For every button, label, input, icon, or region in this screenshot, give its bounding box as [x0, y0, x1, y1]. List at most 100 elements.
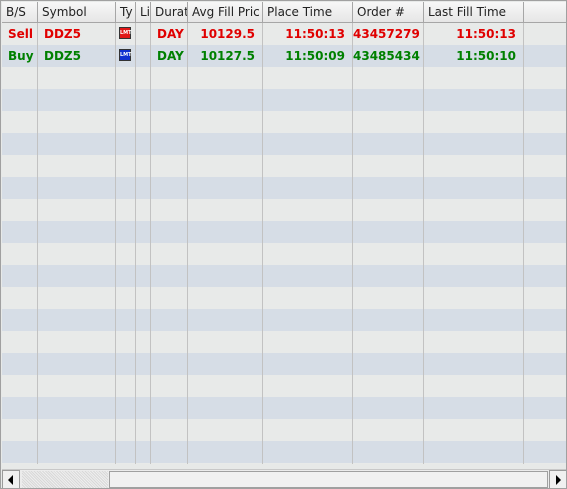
empty-row[interactable] [2, 67, 566, 89]
cell-symbol: DDZ5 [38, 23, 116, 45]
empty-cell [188, 67, 263, 89]
empty-cell [136, 463, 151, 464]
empty-row[interactable] [2, 419, 566, 441]
empty-cell [151, 111, 188, 133]
empty-cell [188, 221, 263, 243]
cell-li [136, 45, 151, 67]
column-header-order-no[interactable]: Order # [353, 2, 424, 22]
empty-cell [188, 331, 263, 353]
empty-cell [353, 375, 424, 397]
empty-cell [2, 309, 38, 331]
scroll-right-button[interactable] [549, 470, 566, 488]
empty-cell [353, 353, 424, 375]
column-header-symbol[interactable]: Symbol [38, 2, 116, 22]
empty-cell [151, 353, 188, 375]
empty-cell [424, 287, 524, 309]
empty-cell [353, 243, 424, 265]
empty-cell [116, 111, 136, 133]
empty-cell [524, 155, 566, 177]
scroll-thumb[interactable] [109, 471, 548, 488]
empty-row[interactable] [2, 287, 566, 309]
empty-cell [38, 375, 116, 397]
empty-cell [188, 265, 263, 287]
column-header-bs[interactable]: B/S [2, 2, 38, 22]
empty-cell [424, 419, 524, 441]
empty-row[interactable] [2, 265, 566, 287]
empty-cell [263, 353, 353, 375]
column-header-li[interactable]: Li [136, 2, 151, 22]
empty-row[interactable] [2, 221, 566, 243]
empty-cell [524, 177, 566, 199]
horizontal-scrollbar[interactable] [2, 469, 566, 488]
scroll-left-button[interactable] [2, 470, 20, 488]
cell-duration: DAY [151, 45, 188, 67]
empty-cell [524, 463, 566, 464]
empty-cell [151, 287, 188, 309]
empty-cell [263, 177, 353, 199]
empty-cell [524, 309, 566, 331]
empty-row[interactable] [2, 463, 566, 464]
column-header-type[interactable]: Ty [116, 2, 136, 22]
empty-cell [424, 463, 524, 464]
empty-row[interactable] [2, 89, 566, 111]
empty-cell [424, 331, 524, 353]
order-row[interactable]: Sell DDZ5 LMT DAY 10129.5 11:50:13 43457279 11:… [2, 23, 566, 45]
empty-cell [424, 111, 524, 133]
empty-cell [263, 155, 353, 177]
column-header-last-fill-time[interactable]: Last Fill Time [424, 2, 524, 22]
empty-row[interactable] [2, 309, 566, 331]
empty-cell [263, 89, 353, 111]
column-header-duration[interactable]: Durat [151, 2, 188, 22]
empty-cell [353, 331, 424, 353]
empty-cell [188, 441, 263, 463]
empty-row[interactable] [2, 331, 566, 353]
scroll-track[interactable] [22, 471, 108, 488]
empty-row[interactable] [2, 133, 566, 155]
empty-row[interactable] [2, 177, 566, 199]
empty-cell [353, 177, 424, 199]
empty-cell [424, 155, 524, 177]
empty-cell [38, 287, 116, 309]
empty-cell [38, 155, 116, 177]
empty-cell [151, 463, 188, 464]
empty-cell [38, 265, 116, 287]
empty-cell [263, 67, 353, 89]
empty-cell [2, 243, 38, 265]
empty-cell [424, 133, 524, 155]
limit-order-icon: LMT [119, 49, 132, 61]
empty-cell [524, 199, 566, 221]
empty-cell [353, 133, 424, 155]
cell-duration: DAY [151, 23, 188, 45]
empty-row[interactable] [2, 397, 566, 419]
empty-row[interactable] [2, 111, 566, 133]
empty-row[interactable] [2, 155, 566, 177]
empty-cell [263, 111, 353, 133]
empty-cell [136, 243, 151, 265]
empty-cell [38, 397, 116, 419]
empty-cell [188, 375, 263, 397]
empty-cell [116, 287, 136, 309]
empty-cell [524, 243, 566, 265]
empty-cell [353, 397, 424, 419]
column-header-place-time[interactable]: Place Time [263, 2, 353, 22]
cell-place-time: 11:50:09 [263, 45, 353, 67]
empty-cell [2, 265, 38, 287]
empty-cell [151, 155, 188, 177]
empty-cell [38, 309, 116, 331]
grid-body: Sell DDZ5 LMT DAY 10129.5 11:50:13 43457279 11:… [2, 23, 566, 464]
empty-row[interactable] [2, 199, 566, 221]
empty-cell [151, 177, 188, 199]
scroll-left-arrow-icon [8, 475, 13, 485]
empty-row[interactable] [2, 243, 566, 265]
empty-cell [424, 397, 524, 419]
order-row[interactable]: Buy DDZ5 LMT DAY 10127.5 11:50:09 43485434 11:5… [2, 45, 566, 67]
empty-cell [136, 199, 151, 221]
empty-cell [263, 243, 353, 265]
empty-cell [353, 419, 424, 441]
empty-row[interactable] [2, 353, 566, 375]
column-header-avg-fill-price[interactable]: Avg Fill Pric [188, 2, 263, 22]
empty-row[interactable] [2, 375, 566, 397]
empty-cell [353, 463, 424, 464]
empty-cell [524, 419, 566, 441]
empty-row[interactable] [2, 441, 566, 463]
